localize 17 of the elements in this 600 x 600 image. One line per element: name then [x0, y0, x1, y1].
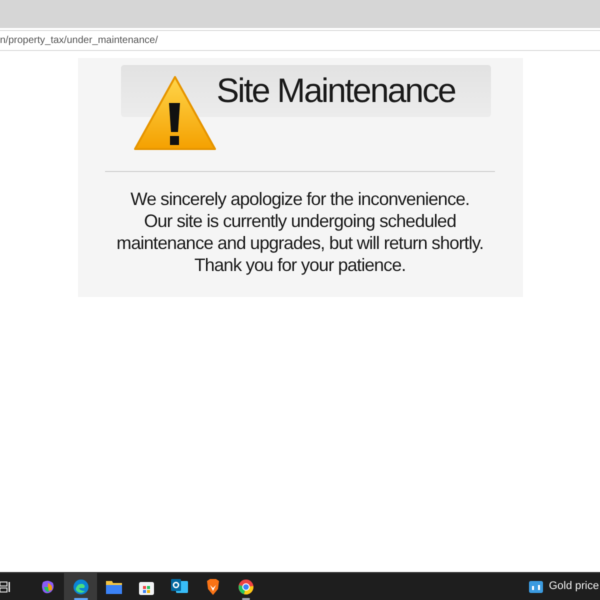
shield-icon	[206, 578, 220, 594]
task-view-icon[interactable]	[0, 580, 10, 592]
warning-icon	[132, 75, 216, 151]
message-line: We sincerely apologize for the inconvenience.	[130, 188, 470, 210]
address-field[interactable]: n/property_tax/under_maintenance/	[0, 30, 600, 51]
circle-icon	[238, 578, 254, 594]
swirl-icon	[40, 578, 56, 594]
page-title: Site Maintenance	[216, 70, 456, 112]
chart-tile-icon	[528, 580, 543, 592]
message-line: maintenance and upgrades, but will return shortly.	[116, 232, 484, 254]
taskbar-app-button[interactable]	[64, 573, 97, 600]
folder-icon	[106, 580, 122, 594]
message-line: Our site is currently undergoing scheduled	[144, 210, 456, 232]
wave-circle-icon	[72, 578, 88, 594]
weather-widget[interactable]: Gold price	[528, 578, 599, 595]
message-line: Thank you for your patience.	[194, 254, 406, 276]
envelope-icon	[171, 579, 188, 594]
